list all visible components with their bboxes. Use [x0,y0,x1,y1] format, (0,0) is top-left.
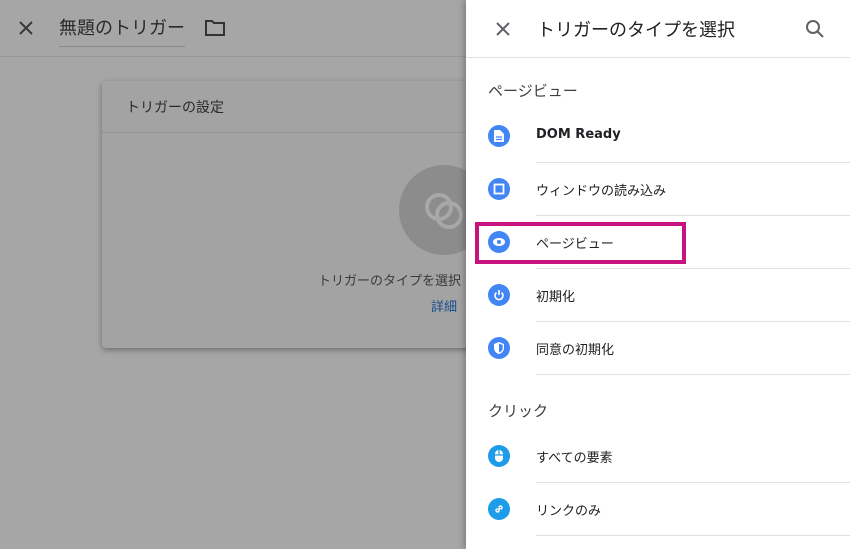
close-icon[interactable] [491,17,515,41]
search-icon[interactable] [803,17,827,41]
panel-header: トリガーのタイプを選択 [466,0,850,58]
trigger-item-links-only[interactable]: リンクのみ [466,483,850,536]
trigger-item-all-elements[interactable]: すべての要素 [466,430,850,483]
card-prompt: トリガーのタイプを選択 [318,274,462,289]
card-heading: トリガーの設定 [102,81,482,133]
trigger-item-dom-ready[interactable]: DOM Ready [466,110,850,163]
trigger-item-label: 同意の初期化 [536,343,615,358]
trigger-item-window-loaded[interactable]: ウィンドウの読み込み [466,163,850,216]
trigger-item-page-view[interactable]: ページビュー [466,216,850,269]
trigger-item-initialization[interactable]: 初期化 [466,269,850,322]
trigger-item-label: すべての要素 [536,451,613,466]
trigger-item-label: ページビュー [536,237,614,252]
trigger-name-field[interactable]: 無題のトリガー [59,14,185,47]
trigger-item-consent-initialization[interactable]: 同意の初期化 [466,322,850,375]
learn-more-link[interactable]: 詳細 [431,296,457,315]
section-click: クリック [488,402,549,420]
power-icon [488,284,510,306]
trigger-config-card[interactable]: トリガーの設定 トリガーのタイプを選択 詳細 [102,81,489,348]
editor-header: 無題のトリガー [0,0,466,57]
trigger-item-label: リンクのみ [536,504,602,519]
trigger-item-label: DOM Ready [536,127,621,142]
divider [536,374,850,375]
link-icon [488,498,510,520]
trigger-type-panel: トリガーのタイプを選択 ページビュー DOM Ready ウィンドウの読み込み … [466,0,850,549]
mouse-icon [488,445,510,467]
trigger-item-label: ウィンドウの読み込み [536,184,667,199]
shield-icon [488,337,510,359]
close-icon[interactable] [14,16,38,40]
document-icon [488,125,510,147]
section-pageview: ページビュー [488,82,578,100]
eye-icon [488,231,510,253]
window-icon [488,178,510,200]
folder-icon[interactable] [204,18,226,38]
panel-title: トリガーのタイプを選択 [537,20,735,41]
divider [536,535,850,536]
trigger-item-label: 初期化 [536,290,576,305]
